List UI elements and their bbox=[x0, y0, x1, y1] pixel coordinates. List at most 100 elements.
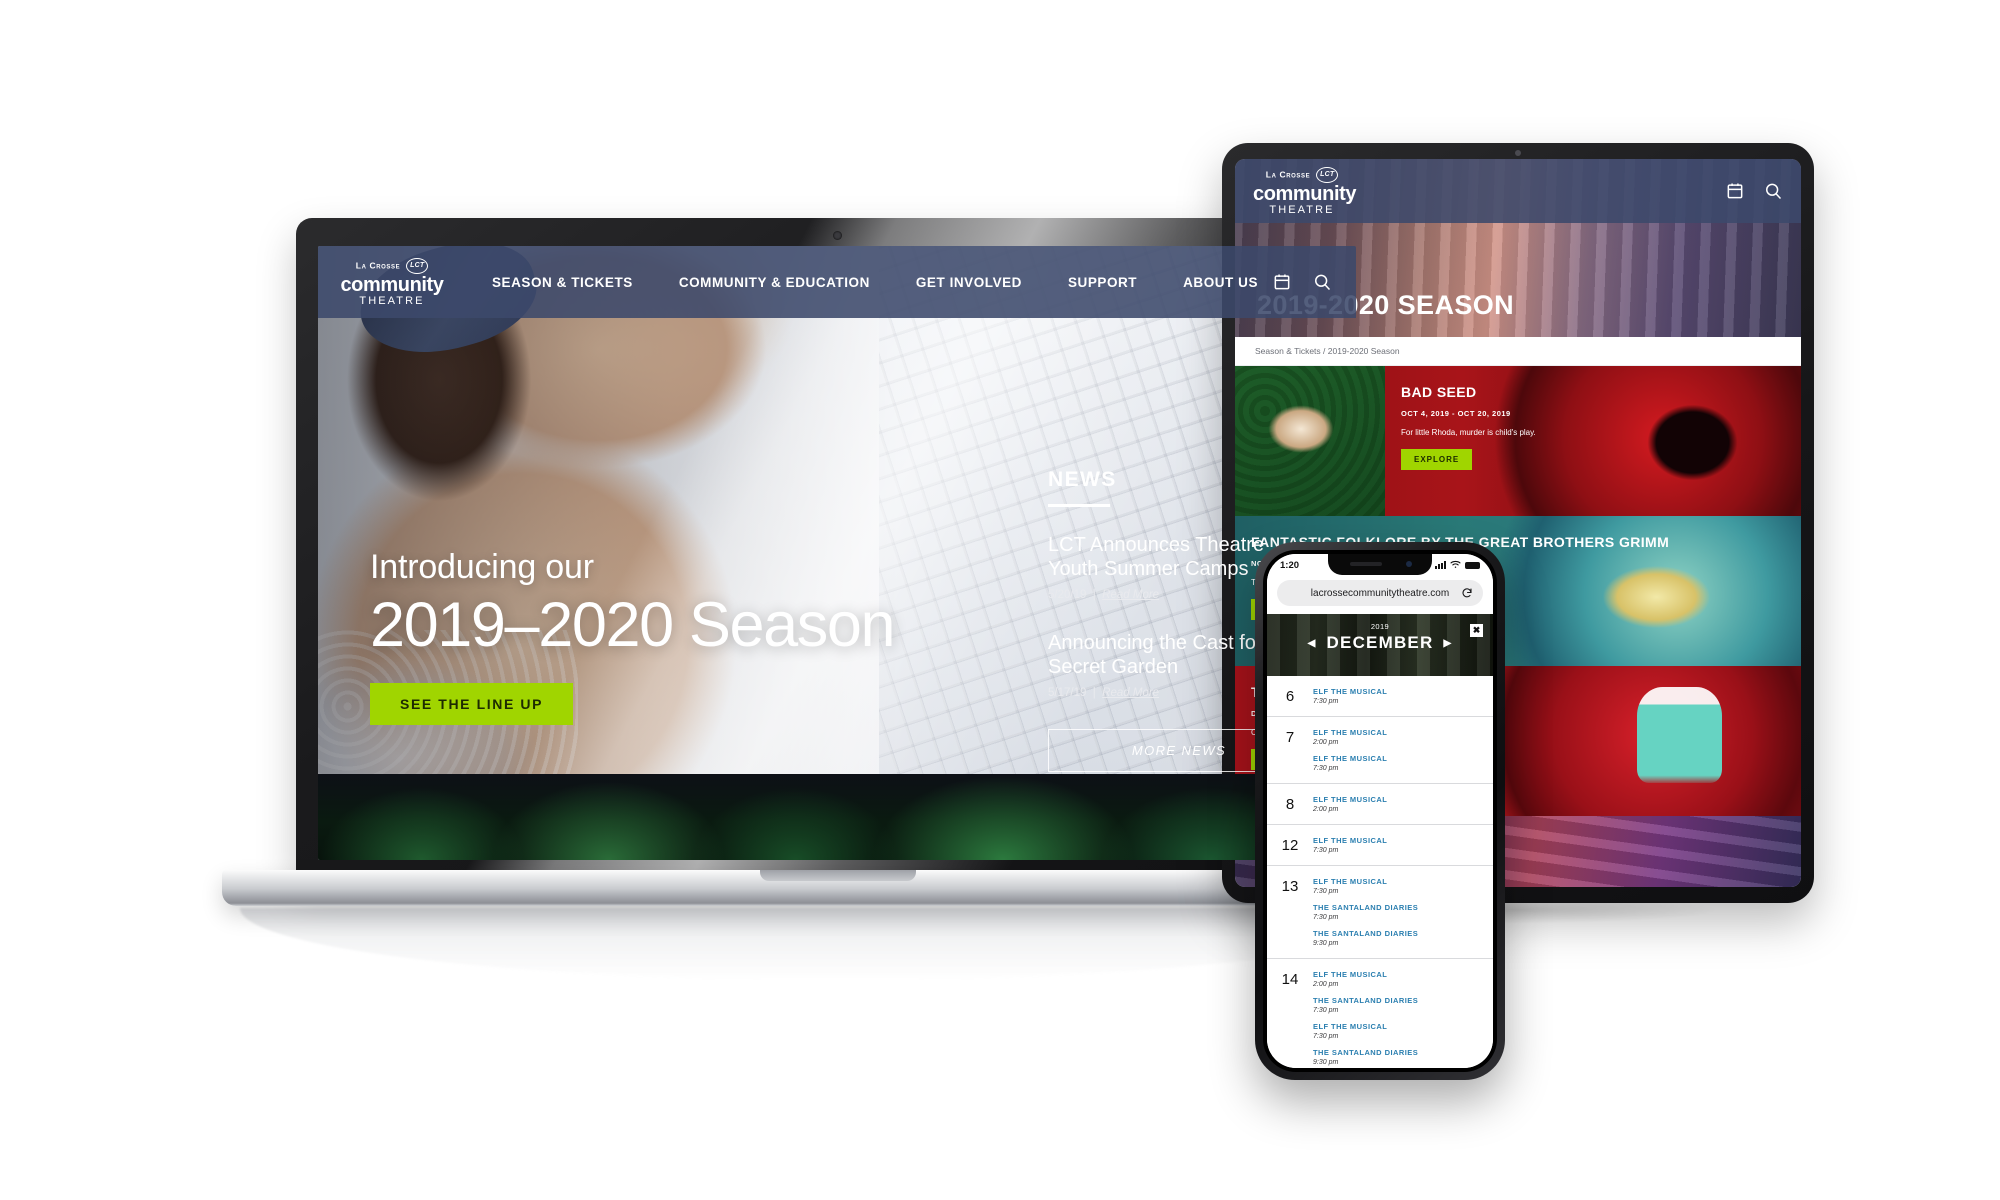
calendar-year: 2019 bbox=[1370, 622, 1390, 631]
calendar-header: ✖ 2019 ◀ DECEMBER ▶ bbox=[1267, 614, 1493, 676]
calendar-day-row: 7 ELF THE MUSICAL 2:00 pm ELF THE MUSICA… bbox=[1267, 717, 1493, 784]
tablet-site-logo[interactable]: La Crosse LCT community THEATRE bbox=[1253, 166, 1357, 216]
event-item[interactable]: ELF THE MUSICAL 7:30 pm bbox=[1313, 877, 1483, 895]
calendar-event-list: 6 ELF THE MUSICAL 7:30 pm 7 ELF THE MUSI… bbox=[1267, 676, 1493, 1068]
calendar-month-label: DECEMBER bbox=[1326, 633, 1434, 652]
next-month-button[interactable]: ▶ bbox=[1443, 638, 1452, 649]
event-title: THE SANTALAND DIARIES bbox=[1313, 929, 1419, 938]
explore-button[interactable]: EXPLORE bbox=[1401, 449, 1473, 471]
hero-copy-block: Introducing our 2019–2020 Season SEE THE… bbox=[370, 548, 896, 725]
nav-item-about-us[interactable]: ABOUT US bbox=[1183, 275, 1258, 290]
event-item[interactable]: THE SANTALAND DIARIES 7:30 pm bbox=[1313, 903, 1483, 921]
event-item[interactable]: ELF THE MUSICAL 2:00 pm bbox=[1313, 728, 1483, 746]
event-time: 7:30 pm bbox=[1313, 1033, 1339, 1040]
event-time: 7:30 pm bbox=[1313, 698, 1339, 705]
calendar-icon[interactable] bbox=[1725, 181, 1745, 201]
event-item[interactable]: ELF THE MUSICAL 7:30 pm bbox=[1313, 836, 1483, 854]
day-events: ELF THE MUSICAL 2:00 pm THE SANTALAND DI… bbox=[1313, 970, 1493, 1066]
event-item[interactable]: ELF THE MUSICAL 2:00 pm bbox=[1313, 795, 1483, 813]
day-number: 14 bbox=[1281, 971, 1299, 988]
event-title: ELF THE MUSICAL bbox=[1313, 795, 1388, 804]
breadcrumb: Season & Tickets / 2019-2020 Season bbox=[1235, 337, 1801, 366]
browser-toolbar: lacrossecommunitytheatre.com bbox=[1267, 576, 1493, 614]
day-number: 8 bbox=[1285, 796, 1295, 813]
event-title: ELF THE MUSICAL bbox=[1313, 754, 1388, 763]
event-item[interactable]: ELF THE MUSICAL 7:30 pm bbox=[1313, 754, 1483, 772]
event-time: 7:30 pm bbox=[1313, 888, 1339, 895]
header-icon-group bbox=[1272, 272, 1332, 292]
event-time: 2:00 pm bbox=[1313, 981, 1339, 988]
news-meta-sep: | bbox=[1089, 686, 1099, 699]
nav-item-season-tickets[interactable]: SEASON & TICKETS bbox=[492, 275, 633, 290]
day-number: 12 bbox=[1281, 837, 1299, 854]
search-icon[interactable] bbox=[1763, 181, 1783, 201]
logo-line-2: community bbox=[340, 273, 444, 296]
primary-navigation: SEASON & TICKETS COMMUNITY & EDUCATION G… bbox=[492, 275, 1272, 290]
event-item[interactable]: THE SANTALAND DIARIES 9:30 pm bbox=[1313, 929, 1483, 947]
event-time: 7:30 pm bbox=[1313, 1007, 1339, 1014]
laptop-camera-icon bbox=[833, 231, 842, 240]
event-time: 7:30 pm bbox=[1313, 765, 1339, 772]
event-title: ELF THE MUSICAL bbox=[1313, 970, 1388, 979]
battery-icon bbox=[1465, 561, 1480, 569]
news-item-date: 5/17/19 bbox=[1048, 686, 1087, 699]
phone-screen: 1:20 lacrossecommunitytheatre.com ✖ 2019… bbox=[1267, 554, 1493, 1068]
news-item-read-more-link[interactable]: Read More bbox=[1102, 589, 1159, 601]
event-item[interactable]: ELF THE MUSICAL 7:30 pm bbox=[1313, 687, 1483, 705]
hero-foliage-strip bbox=[318, 774, 1356, 860]
event-item[interactable]: THE SANTALAND DIARIES 9:30 pm bbox=[1313, 1048, 1483, 1066]
tablet-camera-icon bbox=[1515, 150, 1521, 156]
day-events: ELF THE MUSICAL 7:30 pm THE SANTALAND DI… bbox=[1313, 877, 1493, 947]
event-time: 9:30 pm bbox=[1313, 1059, 1339, 1066]
nav-item-support[interactable]: SUPPORT bbox=[1068, 275, 1137, 290]
calendar-month-nav: ◀ DECEMBER ▶ bbox=[1267, 633, 1493, 653]
nav-item-get-involved[interactable]: GET INVOLVED bbox=[916, 275, 1022, 290]
event-title: THE SANTALAND DIARIES bbox=[1313, 1048, 1419, 1057]
wifi-icon bbox=[1450, 556, 1461, 574]
site-logo[interactable]: La Crosse LCT community THEATRE bbox=[340, 257, 444, 307]
day-events: ELF THE MUSICAL 2:00 pm bbox=[1313, 795, 1493, 813]
address-bar[interactable]: lacrossecommunitytheatre.com bbox=[1277, 580, 1483, 606]
event-title: ELF THE MUSICAL bbox=[1313, 836, 1388, 845]
event-title: THE SANTALAND DIARIES bbox=[1313, 903, 1419, 912]
show-title: BAD SEED bbox=[1401, 384, 1477, 400]
event-title: ELF THE MUSICAL bbox=[1313, 687, 1388, 696]
prev-month-button[interactable]: ◀ bbox=[1308, 638, 1317, 649]
day-number: 13 bbox=[1281, 878, 1299, 895]
search-icon[interactable] bbox=[1312, 272, 1332, 292]
day-number: 6 bbox=[1285, 688, 1295, 705]
event-time: 2:00 pm bbox=[1313, 806, 1339, 813]
day-number: 7 bbox=[1285, 729, 1295, 746]
logo-line-3: THEATRE bbox=[359, 294, 425, 307]
logo-line-2: community bbox=[1253, 182, 1357, 205]
event-title: ELF THE MUSICAL bbox=[1313, 728, 1388, 737]
news-divider bbox=[1048, 504, 1110, 507]
event-title: ELF THE MUSICAL bbox=[1313, 877, 1388, 886]
day-events: ELF THE MUSICAL 7:30 pm bbox=[1313, 836, 1493, 854]
calendar-day-row: 6 ELF THE MUSICAL 7:30 pm bbox=[1267, 676, 1493, 717]
homepage-hero: La Crosse LCT community THEATRE SEASON &… bbox=[318, 246, 1356, 860]
event-item[interactable]: ELF THE MUSICAL 2:00 pm bbox=[1313, 970, 1483, 988]
logo-line-3: THEATRE bbox=[1269, 203, 1335, 216]
show-card[interactable]: BAD SEED OCT 4, 2019 - OCT 20, 2019 For … bbox=[1235, 366, 1801, 516]
show-dates: OCT 4, 2019 - OCT 20, 2019 bbox=[1401, 408, 1511, 418]
event-item[interactable]: THE SANTALAND DIARIES 7:30 pm bbox=[1313, 996, 1483, 1014]
address-bar-url: lacrossecommunitytheatre.com bbox=[1310, 587, 1450, 599]
event-item[interactable]: ELF THE MUSICAL 7:30 pm bbox=[1313, 1022, 1483, 1040]
tablet-site-header: La Crosse LCT community THEATRE bbox=[1235, 159, 1801, 223]
nav-item-community-education[interactable]: COMMUNITY & EDUCATION bbox=[679, 275, 870, 290]
news-item-read-more-link[interactable]: Read More bbox=[1102, 687, 1159, 699]
lct-monogram-icon: LCT bbox=[406, 257, 429, 274]
hero-kicker: Introducing our bbox=[370, 548, 594, 586]
close-icon[interactable]: ✖ bbox=[1470, 624, 1483, 637]
see-the-line-up-button[interactable]: SEE THE LINE UP bbox=[370, 683, 574, 725]
phone-bezel: 1:20 lacrossecommunitytheatre.com ✖ 2019… bbox=[1263, 550, 1497, 1072]
calendar-day-row: 14 ELF THE MUSICAL 2:00 pm THE SANTALAND… bbox=[1267, 959, 1493, 1068]
calendar-icon[interactable] bbox=[1272, 272, 1292, 292]
logo-line-1: La Crosse bbox=[355, 259, 401, 270]
laptop-device: La Crosse LCT community THEATRE SEASON &… bbox=[222, 218, 1454, 980]
reload-icon[interactable] bbox=[1461, 587, 1473, 599]
day-events: ELF THE MUSICAL 2:00 pm ELF THE MUSICAL … bbox=[1313, 728, 1493, 772]
show-description: For little Rhoda, murder is child's play… bbox=[1401, 427, 1536, 437]
laptop-lid: La Crosse LCT community THEATRE SEASON &… bbox=[296, 218, 1378, 878]
